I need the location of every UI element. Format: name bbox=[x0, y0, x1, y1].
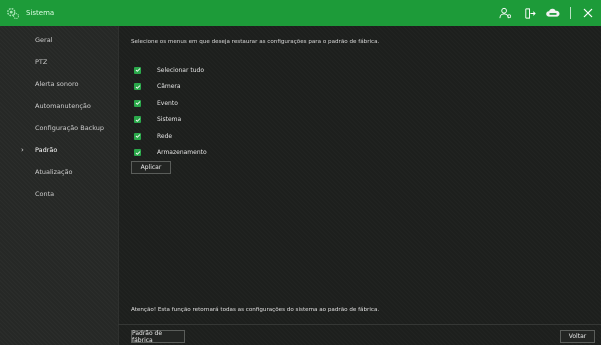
logout-icon[interactable] bbox=[522, 6, 536, 20]
sidebar-item-atualizacao[interactable]: Atualização bbox=[0, 161, 118, 183]
close-icon[interactable] bbox=[581, 6, 595, 20]
description-text: Selecione os menus em que deseja restaur… bbox=[131, 39, 380, 45]
sidebar: Geral PTZ Alerta sonoro Automanutenção C… bbox=[0, 26, 119, 345]
divider bbox=[118, 324, 601, 325]
sidebar-item-label: Alerta sonoro bbox=[35, 80, 79, 88]
apply-button[interactable]: Aplicar bbox=[131, 161, 171, 174]
checkbox[interactable] bbox=[134, 66, 141, 74]
sidebar-item-label: Automanutenção bbox=[35, 102, 91, 110]
sidebar-item-alerta-sonoro[interactable]: Alerta sonoro bbox=[0, 73, 118, 95]
option-select-all[interactable]: Selecionar tudo bbox=[134, 62, 207, 79]
checkbox[interactable] bbox=[134, 83, 141, 91]
sidebar-item-label: Padrão bbox=[35, 146, 58, 154]
sidebar-item-conta[interactable]: Conta bbox=[0, 183, 118, 205]
option-camera[interactable]: Câmera bbox=[134, 79, 207, 96]
chevron-right-icon: › bbox=[21, 146, 24, 154]
title-separator bbox=[570, 7, 571, 19]
option-label: Câmera bbox=[157, 83, 181, 91]
sidebar-item-label: Conta bbox=[35, 190, 55, 198]
sidebar-item-ptz[interactable]: PTZ bbox=[0, 51, 118, 73]
option-sistema[interactable]: Sistema bbox=[134, 112, 207, 129]
option-label: Rede bbox=[157, 132, 173, 140]
main-content: Selecione os menus em que deseja restaur… bbox=[118, 26, 601, 345]
sidebar-item-configuracao-backup[interactable]: Configuração Backup bbox=[0, 117, 118, 139]
title-bar: Sistema bbox=[0, 0, 601, 26]
settings-window: Sistema Geral PTZ Alerta sonoro Automanu… bbox=[0, 0, 601, 345]
checkbox[interactable] bbox=[134, 99, 141, 107]
sidebar-item-padrao[interactable]: › Padrão bbox=[0, 139, 118, 161]
option-label: Selecionar tudo bbox=[157, 66, 204, 74]
sidebar-item-label: Atualização bbox=[35, 168, 73, 176]
option-label: Sistema bbox=[157, 116, 182, 124]
option-label: Armazenamento bbox=[157, 149, 207, 157]
restore-options: Selecionar tudo Câmera Evento Sistema Re… bbox=[134, 62, 207, 161]
option-label: Evento bbox=[157, 99, 178, 107]
option-rede[interactable]: Rede bbox=[134, 128, 207, 145]
option-evento[interactable]: Evento bbox=[134, 95, 207, 112]
back-button[interactable]: Voltar bbox=[560, 330, 595, 343]
sidebar-item-automanutencao[interactable]: Automanutenção bbox=[0, 95, 118, 117]
sidebar-item-label: Configuração Backup bbox=[35, 124, 105, 132]
gear-icon bbox=[7, 7, 20, 20]
option-armazenamento[interactable]: Armazenamento bbox=[134, 145, 207, 162]
checkbox[interactable] bbox=[134, 149, 141, 157]
user-icon[interactable] bbox=[498, 6, 512, 20]
cloud-icon[interactable] bbox=[546, 6, 560, 20]
factory-default-button[interactable]: Padrão de fábrica bbox=[131, 330, 185, 344]
window-title: Sistema bbox=[26, 9, 55, 17]
checkbox[interactable] bbox=[134, 116, 141, 124]
checkbox[interactable] bbox=[134, 132, 141, 140]
warning-text: Atenção! Esta função retornará todas as … bbox=[131, 307, 380, 313]
sidebar-item-geral[interactable]: Geral bbox=[0, 29, 118, 51]
sidebar-item-label: PTZ bbox=[35, 58, 48, 66]
sidebar-item-label: Geral bbox=[35, 36, 53, 44]
